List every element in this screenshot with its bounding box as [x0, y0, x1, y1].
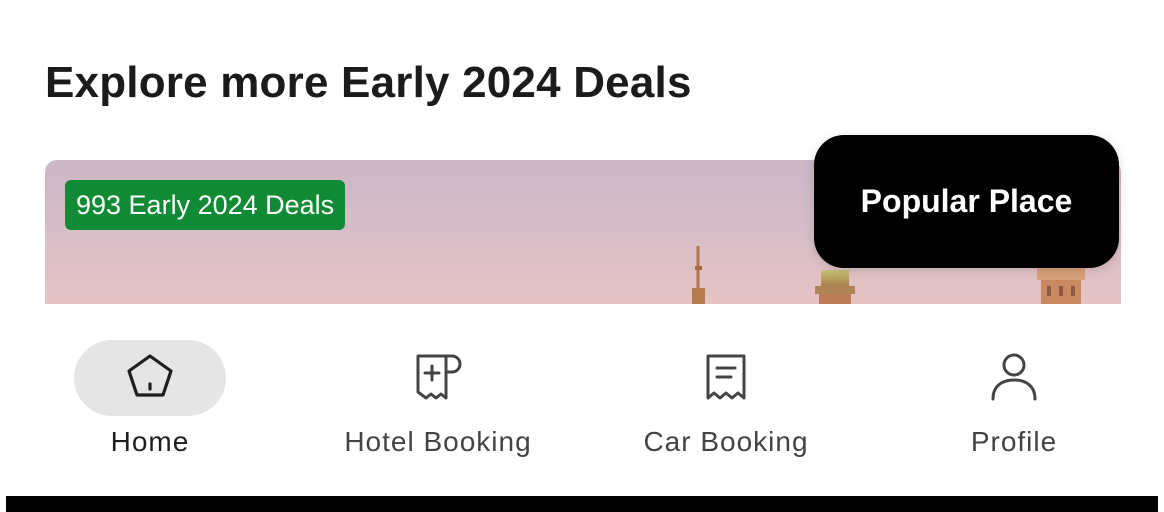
nav-item-car-booking[interactable]: Car Booking — [581, 304, 871, 496]
nav-item-profile[interactable]: Profile — [869, 304, 1159, 496]
popular-place-label: Popular Place — [860, 183, 1073, 219]
nav-item-hotel-booking[interactable]: Hotel Booking — [293, 304, 583, 496]
hotel-booking-icon — [410, 348, 466, 409]
section-title: Explore more Early 2024 Deals — [45, 58, 692, 107]
home-icon — [124, 350, 176, 407]
profile-icon — [988, 350, 1040, 407]
nav-label-profile: Profile — [970, 426, 1058, 457]
system-navigation-bar — [6, 496, 1158, 512]
deal-count-badge: 993 Early 2024 Deals — [65, 180, 346, 230]
nav-active-indicator — [74, 340, 226, 416]
nav-item-home[interactable]: Home — [5, 304, 295, 496]
nav-label-car-booking: Car Booking — [643, 426, 809, 457]
popular-place-button[interactable]: Popular Place — [814, 135, 1119, 268]
bottom-navigation: Home Hotel Booking Car Booking Profile — [0, 304, 1164, 496]
nav-label-home: Home — [110, 426, 190, 457]
nav-label-hotel-booking: Hotel Booking — [344, 426, 532, 457]
car-booking-icon — [700, 350, 752, 407]
